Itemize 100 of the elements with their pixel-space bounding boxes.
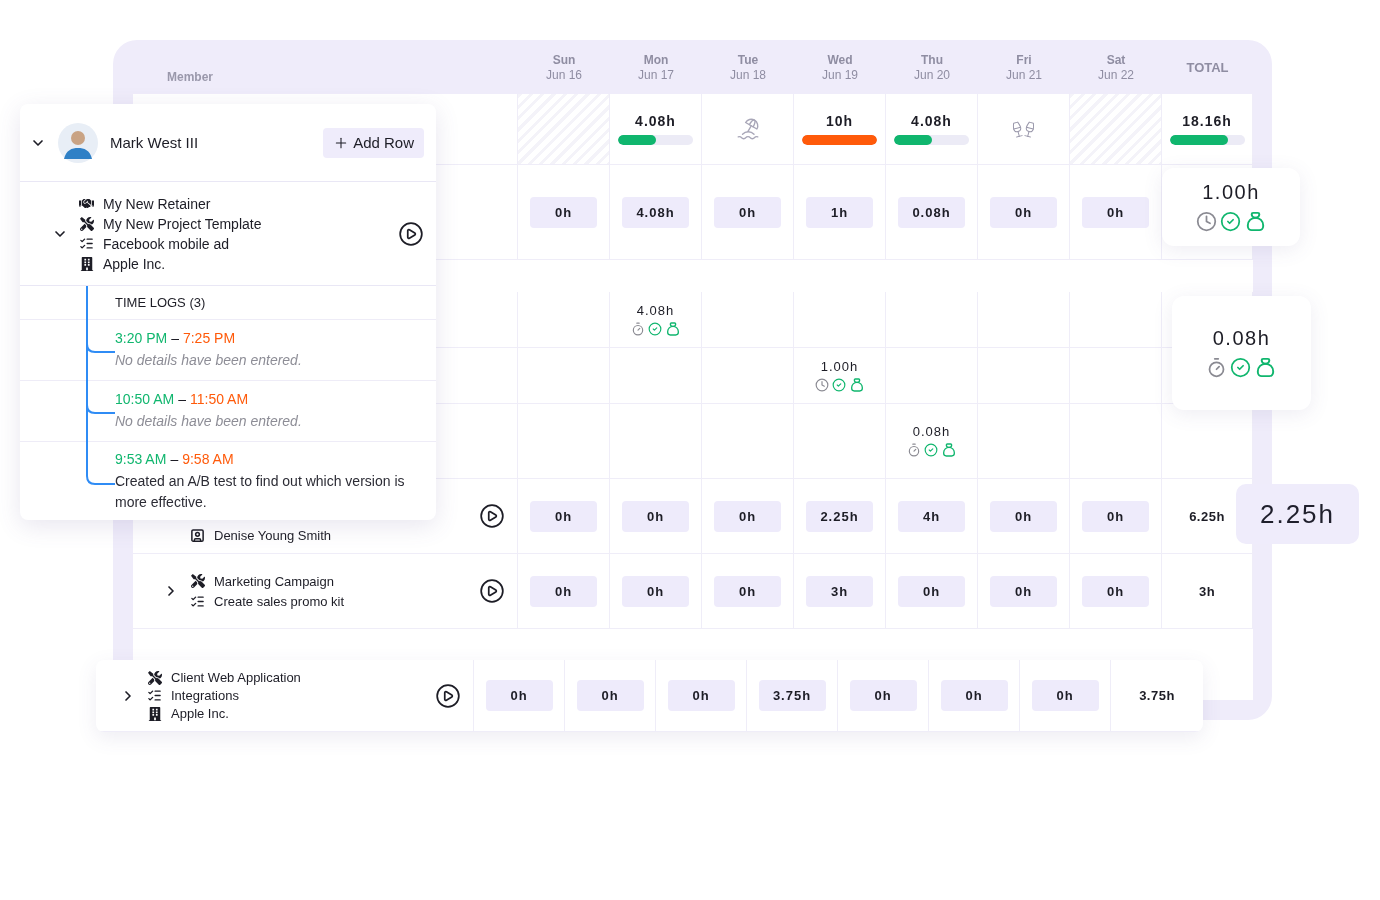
day-name: Thu — [921, 53, 943, 68]
log-hours: 1.00h — [820, 358, 859, 374]
column-header: Member — [166, 70, 214, 86]
checklist-icon — [79, 236, 94, 251]
start-time: 3:20 PM — [115, 329, 168, 346]
day-date: Jun 18 — [730, 68, 766, 83]
play-icon[interactable] — [435, 682, 461, 709]
card-hours: 0.08h — [1212, 327, 1271, 350]
row-label: My New Project Template — [103, 215, 262, 232]
log-note: Created an A/B test to find out which version is more effective. — [115, 472, 406, 512]
start-time: 9:53 AM — [115, 451, 167, 467]
tools-icon — [190, 574, 205, 588]
hours-chip[interactable]: 0h — [622, 500, 689, 532]
row-label: Apple Inc. — [103, 255, 166, 272]
hours-chip[interactable]: 3.75h — [758, 680, 826, 711]
time-separator: – — [170, 451, 179, 467]
day-date: Jun 17 — [638, 68, 674, 83]
clock-icon — [814, 377, 829, 392]
check-circle-icon — [1230, 357, 1251, 378]
tools-icon — [79, 216, 94, 231]
hours-chip[interactable]: 0h — [485, 680, 553, 711]
hours-chip[interactable]: 0h — [1082, 196, 1149, 228]
hours-chip[interactable]: 4.08h — [622, 196, 689, 228]
building-icon — [147, 706, 162, 721]
play-icon[interactable] — [479, 578, 505, 604]
row-total: 3.75h — [1139, 688, 1175, 703]
section-title: TIME LOGS (3) — [115, 295, 207, 310]
day-date: Jun 19 — [822, 68, 858, 83]
row-label: Denise Young Smith — [214, 527, 332, 543]
stopwatch-icon — [630, 321, 645, 336]
hours-chip[interactable]: 0h — [714, 575, 781, 607]
hours-chip[interactable]: 0h — [990, 196, 1057, 228]
day-hours: 10h — [825, 113, 854, 129]
day-date: Jun 16 — [546, 68, 582, 83]
hours-chip[interactable]: 0h — [849, 680, 917, 711]
end-time: 9:58 AM — [182, 451, 234, 467]
stopwatch-icon — [1206, 357, 1227, 378]
hours-chip[interactable]: 0h — [667, 680, 735, 711]
row-total: 3h — [1198, 583, 1216, 599]
day-name: Sun — [552, 53, 576, 68]
day-date: Jun 20 — [914, 68, 950, 83]
hours-chip[interactable]: 1h — [806, 196, 873, 228]
day-name: Tue — [737, 53, 759, 68]
row-label: My New Retainer — [103, 195, 211, 212]
checklist-icon — [190, 593, 205, 609]
member-name: Mark West III — [110, 134, 200, 151]
hours-chip[interactable]: 0h — [530, 500, 597, 532]
avatar — [58, 122, 98, 163]
money-bag-icon — [848, 376, 865, 393]
hours-chip[interactable]: 0h — [898, 575, 965, 607]
hours-chip[interactable]: 0h — [714, 196, 781, 228]
column-header: TOTAL — [1186, 59, 1229, 75]
hours-chip[interactable]: 0h — [990, 500, 1057, 532]
start-time: 10:50 AM — [115, 390, 175, 407]
building-icon — [79, 256, 94, 271]
check-circle-icon — [647, 321, 662, 336]
hours-chip[interactable]: 0h — [940, 680, 1008, 711]
row-label: Create sales promo kit — [214, 593, 345, 609]
check-circle-icon — [923, 443, 938, 457]
hours-chip[interactable]: 0h — [990, 575, 1057, 607]
check-circle-icon — [1219, 211, 1241, 232]
money-bag-icon — [1254, 356, 1277, 379]
day-name: Mon — [643, 53, 669, 68]
log-hours: 4.08h — [636, 302, 675, 318]
hours-chip[interactable]: 0.08h — [898, 196, 965, 228]
hours-chip[interactable]: 0h — [1082, 500, 1149, 532]
row-label: Integrations — [171, 688, 239, 703]
day-name: Wed — [827, 53, 853, 68]
day-date: Jun 22 — [1098, 68, 1134, 83]
contact-card-icon — [190, 527, 205, 543]
log-note: No details have been entered. — [115, 350, 303, 370]
row-label: Apple Inc. — [171, 706, 229, 721]
hours-chip[interactable]: 0h — [714, 500, 781, 532]
hours-chip[interactable]: 4h — [898, 500, 965, 532]
check-circle-icon — [831, 377, 846, 392]
checklist-icon — [147, 688, 162, 703]
money-bag-icon — [940, 442, 957, 458]
row-label: Client Web Application — [171, 670, 301, 685]
end-time: 7:25 PM — [182, 329, 236, 346]
card-hours: 1.00h — [1202, 181, 1260, 204]
log-hours: 0.08h — [912, 424, 951, 439]
hours-chip[interactable]: 2.25h — [806, 500, 873, 532]
end-time: 11:50 AM — [189, 390, 249, 407]
row-label: Marketing Campaign — [214, 573, 334, 589]
hours-chip[interactable]: 0h — [622, 575, 689, 607]
hours-chip[interactable]: 0h — [576, 680, 644, 711]
hours-chip[interactable]: 0h — [1082, 575, 1149, 607]
log-note: No details have been entered. — [115, 411, 303, 431]
day-hours: 4.08h — [635, 113, 676, 129]
play-icon[interactable] — [398, 220, 424, 247]
add-row-button[interactable]: Add Row — [323, 127, 424, 158]
stopwatch-icon — [906, 443, 921, 457]
play-icon[interactable] — [479, 503, 505, 529]
row-total: 6.25h — [1189, 508, 1225, 524]
day-name: Fri — [1016, 53, 1032, 68]
hours-chip[interactable]: 3h — [806, 575, 873, 607]
day-date: Jun 21 — [1006, 68, 1042, 83]
hours-chip[interactable]: 0h — [530, 196, 597, 228]
hours-chip[interactable]: 0h — [530, 575, 597, 607]
hours-chip[interactable]: 0h — [1031, 680, 1099, 711]
